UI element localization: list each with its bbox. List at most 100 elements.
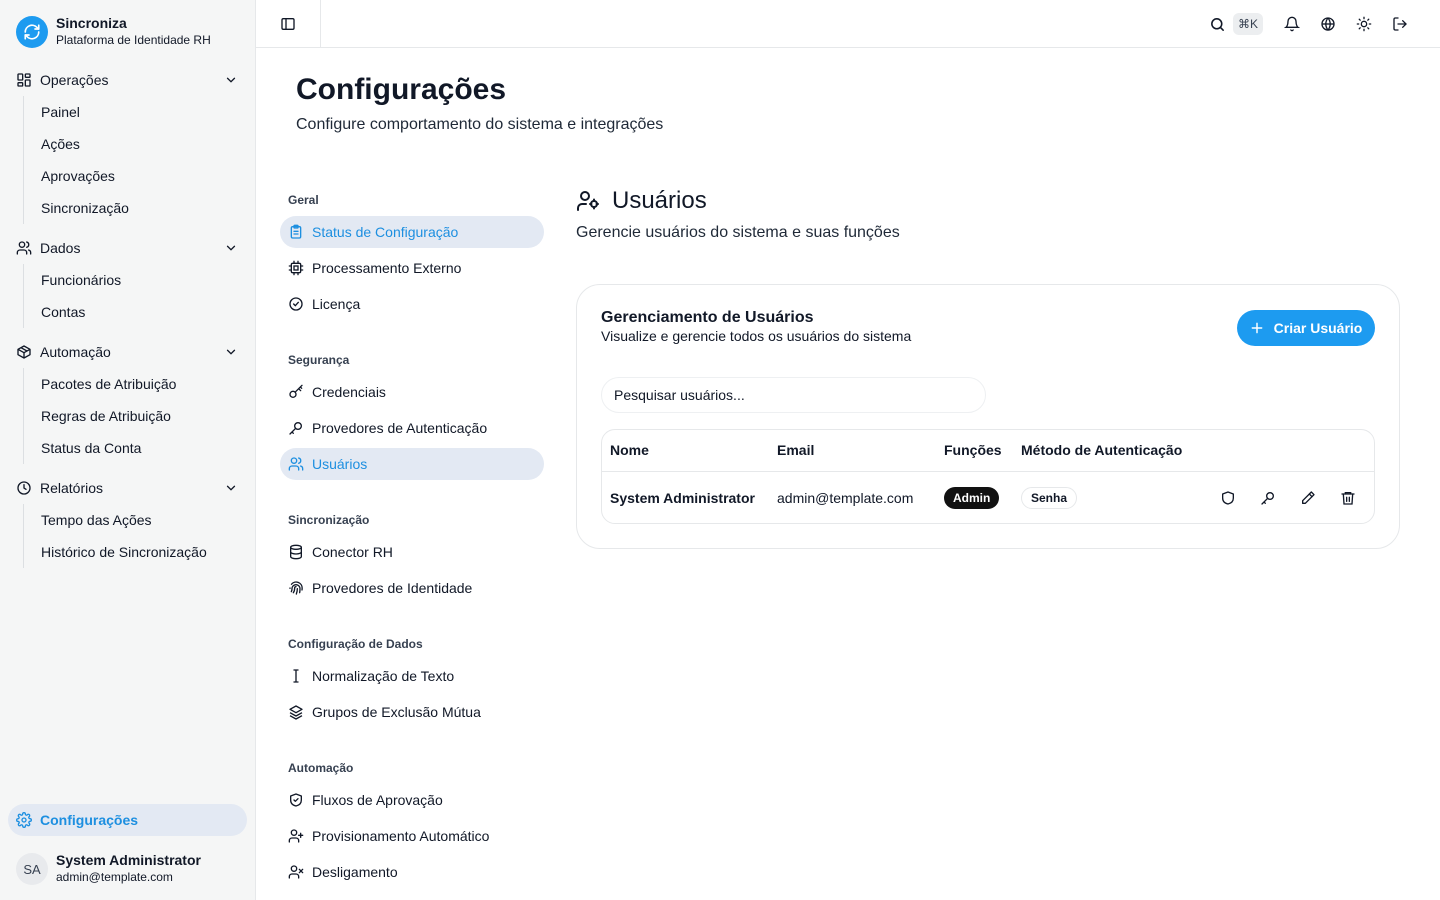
settings-nav-label: Credenciais	[312, 384, 386, 400]
user-email: admin@template.com	[56, 870, 173, 884]
users-table: Nome Email Funções Método de Autenticaçã…	[601, 429, 1375, 524]
settings-nav-provedores-identidade[interactable]: Provedores de Identidade	[280, 572, 544, 604]
sidebar-group-operacoes[interactable]: Operações	[8, 64, 248, 96]
brand-subtitle: Plataforma de Identidade RH	[56, 33, 211, 47]
settings-nav-status-configuracao[interactable]: Status de Configuração	[280, 216, 544, 248]
shortcut-badge[interactable]: ⌘K	[1233, 13, 1264, 35]
users-icon	[288, 456, 312, 472]
settings-nav-fluxos-aprovacao[interactable]: Fluxos de Aprovação	[280, 784, 544, 816]
layers-icon	[288, 704, 312, 720]
delete-user-button[interactable]	[1338, 488, 1358, 508]
notifications-button[interactable]	[1282, 14, 1302, 34]
circle-check-icon	[288, 296, 312, 312]
sidebar-item-painel[interactable]: Painel	[24, 96, 129, 128]
edit-user-button[interactable]	[1298, 488, 1318, 508]
settings-section-heading: Segurança	[288, 353, 350, 367]
logout-button[interactable]	[1390, 14, 1410, 34]
pencil-icon	[1300, 490, 1316, 506]
content-subtitle: Gerencie usuários do sistema e suas funç…	[576, 224, 900, 241]
sidebar-item-regras[interactable]: Regras de Atribuição	[24, 400, 176, 432]
sidebar-item-contas[interactable]: Contas	[24, 296, 121, 328]
sidebar: Sincroniza Plataforma de Identidade RH O…	[0, 0, 256, 900]
sidebar-item-aprovacoes[interactable]: Aprovações	[24, 160, 129, 192]
page-subtitle: Configure comportamento do sistema e int…	[296, 116, 664, 133]
column-header-metodo-autenticacao[interactable]: Método de Autenticação	[1021, 442, 1182, 458]
settings-nav-label: Desligamento	[312, 864, 398, 880]
sidebar-group-automacao[interactable]: Automação	[8, 336, 248, 368]
sun-icon	[1356, 16, 1372, 32]
sidebar-item-tempo-acoes[interactable]: Tempo das Ações	[24, 504, 207, 536]
settings-nav-desligamento[interactable]: Desligamento	[280, 856, 544, 888]
settings-nav-label: Provedores de Autenticação	[312, 420, 488, 436]
chevron-down-icon[interactable]	[224, 481, 238, 495]
settings-nav-label: Processamento Externo	[312, 260, 462, 276]
user-name-cell: System Administrator	[610, 490, 755, 506]
sidebar-item-configuracoes[interactable]: Configurações	[8, 804, 247, 836]
sidebar-item-pacotes[interactable]: Pacotes de Atribuição	[24, 368, 176, 400]
sidebar-group-dados[interactable]: Dados	[8, 232, 248, 264]
settings-nav-label: Usuários	[312, 456, 368, 472]
settings-nav-label: Conector RH	[312, 544, 393, 560]
settings-nav-grupos-exclusao[interactable]: Grupos de Exclusão Mútua	[280, 696, 544, 728]
sidebar-group-label: Relatórios	[40, 480, 104, 496]
users-card: Gerenciamento de Usuários Visualize e ge…	[576, 284, 1400, 549]
brand[interactable]: Sincroniza Plataforma de Identidade RH	[16, 15, 211, 49]
sidebar-item-sincronizacao[interactable]: Sincronização	[24, 192, 129, 224]
card-title: Gerenciamento de Usuários	[601, 309, 814, 326]
sidebar-item-funcionarios[interactable]: Funcionários	[24, 264, 121, 296]
search-button[interactable]	[1207, 14, 1227, 34]
toggle-sidebar-button[interactable]	[256, 0, 321, 48]
sidebar-item-historico-sync[interactable]: Histórico de Sincronização	[24, 536, 207, 568]
database-icon	[288, 544, 312, 560]
settings-nav-credenciais[interactable]: Credenciais	[280, 376, 544, 408]
sync-logo-icon	[16, 16, 48, 48]
search-users-input[interactable]	[601, 377, 986, 413]
chevron-down-icon[interactable]	[224, 73, 238, 87]
chevron-down-icon[interactable]	[224, 241, 238, 255]
cpu-icon	[288, 260, 312, 276]
content-header: Usuários	[576, 187, 707, 215]
shield-icon	[1220, 490, 1236, 506]
settings-section-heading: Automação	[288, 761, 354, 775]
key-icon	[1260, 490, 1276, 506]
settings-nav-conector-rh[interactable]: Conector RH	[280, 536, 544, 568]
language-button[interactable]	[1318, 14, 1338, 34]
clock-icon	[16, 480, 32, 496]
permissions-button[interactable]	[1218, 488, 1238, 508]
settings-nav-processamento-externo[interactable]: Processamento Externo	[280, 252, 544, 284]
globe-icon	[1320, 16, 1336, 32]
sidebar-item-acoes[interactable]: Ações	[24, 128, 129, 160]
create-user-button[interactable]: Criar Usuário	[1237, 310, 1375, 346]
settings-nav-label: Normalização de Texto	[312, 668, 455, 684]
user-cog-icon	[576, 189, 600, 213]
settings-section-heading: Configuração de Dados	[288, 637, 423, 651]
user-email-cell: admin@template.com	[777, 490, 914, 506]
user-plus-icon	[288, 828, 312, 844]
gear-icon	[16, 812, 40, 828]
settings-nav-provisionamento[interactable]: Provisionamento Automático	[280, 820, 544, 852]
settings-nav-normalizacao-texto[interactable]: Normalização de Texto	[280, 660, 544, 692]
role-badge: Admin	[944, 487, 1000, 509]
sidebar-group-relatorios[interactable]: Relatórios	[8, 472, 248, 504]
sidebar-sublist-automacao: Pacotes de Atribuição Regras de Atribuiç…	[23, 368, 176, 464]
clipboard-icon	[288, 224, 312, 240]
reset-password-button[interactable]	[1258, 488, 1278, 508]
sidebar-item-status-conta[interactable]: Status da Conta	[24, 432, 176, 464]
theme-toggle-button[interactable]	[1354, 14, 1374, 34]
chevron-down-icon[interactable]	[224, 345, 238, 359]
settings-nav-provedores-autenticacao[interactable]: Provedores de Autenticação	[280, 412, 544, 444]
column-header-funcoes[interactable]: Funções	[944, 442, 1002, 458]
page-title: Configurações	[296, 73, 507, 106]
text-cursor-icon	[288, 668, 312, 684]
column-header-nome[interactable]: Nome	[610, 442, 649, 458]
sidebar-item-label: Configurações	[40, 812, 139, 828]
logout-icon	[1392, 16, 1408, 32]
column-header-email[interactable]: Email	[777, 442, 814, 458]
sidebar-sublist-relatorios: Tempo das Ações Histórico de Sincronizaç…	[23, 504, 207, 568]
create-user-label: Criar Usuário	[1273, 320, 1363, 336]
settings-nav-usuarios[interactable]: Usuários	[280, 448, 544, 480]
sidebar-group-label: Automação	[40, 344, 111, 360]
user-profile[interactable]: SA System Administrator admin@template.c…	[16, 852, 201, 886]
settings-nav-licenca[interactable]: Licença	[280, 288, 544, 320]
user-x-icon	[288, 864, 312, 880]
